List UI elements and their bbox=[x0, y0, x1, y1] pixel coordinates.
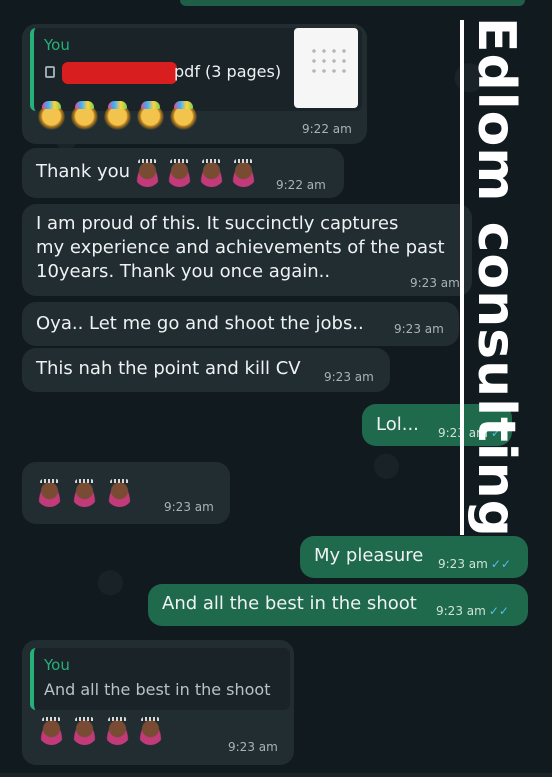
outgoing-message-bubble[interactable]: My pleasure 9:23 am ✓✓ bbox=[300, 536, 528, 578]
document-message[interactable]: You pdf (3 pages) 9:22 am bbox=[22, 24, 367, 144]
message-line: my experience and achievements of the pa… bbox=[36, 237, 445, 258]
message-line: 10years. Thank you once again.. bbox=[36, 261, 331, 282]
bowing-person-icon bbox=[166, 159, 193, 187]
message-bubble[interactable]: Oya.. Let me go and shoot the jobs.. 9:2… bbox=[22, 302, 459, 346]
message-text: This nah the point and kill CV bbox=[36, 358, 301, 379]
bowing-person-icon bbox=[106, 479, 133, 507]
bowing-person-icon bbox=[198, 159, 225, 187]
bowing-person-icon bbox=[137, 717, 164, 745]
reaction-emojis bbox=[38, 101, 197, 131]
bowing-person-icon bbox=[36, 479, 63, 507]
next-message-edge bbox=[0, 773, 552, 777]
message-text: Thank you bbox=[36, 161, 131, 182]
message-text: Oya.. Let me go and shoot the jobs.. bbox=[36, 313, 364, 334]
message-time: 9:23 am bbox=[394, 322, 444, 336]
quoted-text: And all the best in the shoot bbox=[44, 680, 271, 699]
bowing-person-icon bbox=[104, 717, 131, 745]
bowing-person-icon bbox=[134, 159, 161, 187]
message-time: 9:23 am ✓✓ bbox=[438, 557, 511, 571]
message-bubble[interactable]: This nah the point and kill CV 9:23 am bbox=[22, 348, 390, 392]
reaction-emojis bbox=[36, 479, 133, 507]
sender-name: You bbox=[44, 36, 70, 54]
message-text: And all the best in the shoot bbox=[162, 593, 417, 614]
document-thumbnail[interactable] bbox=[294, 28, 358, 108]
message-bubble[interactable]: Thank you 9:22 am bbox=[22, 148, 344, 198]
emoji-message-bubble[interactable]: 9:23 am bbox=[22, 462, 230, 524]
party-face-icon bbox=[137, 101, 164, 131]
time-text: 9:23 am bbox=[438, 557, 488, 571]
message-time: 9:23 am bbox=[410, 276, 460, 290]
bowing-person-icon bbox=[230, 159, 257, 187]
reaction-emojis bbox=[38, 717, 164, 745]
outgoing-message-bubble[interactable]: And all the best in the shoot 9:23 am ✓✓ bbox=[148, 584, 528, 626]
party-face-icon bbox=[170, 101, 197, 131]
previous-message-edge bbox=[180, 0, 525, 6]
watermark-divider bbox=[460, 20, 464, 535]
message-time: 9:22 am bbox=[276, 178, 326, 192]
party-face-icon bbox=[71, 101, 98, 131]
message-bubble[interactable]: I am proud of this. It succinctly captur… bbox=[22, 204, 472, 296]
watermark-text: Edlom consulting bbox=[466, 17, 526, 538]
bowing-person-icon bbox=[71, 717, 98, 745]
party-face-icon bbox=[38, 101, 65, 131]
watermark: Edlom consulting bbox=[460, 17, 532, 538]
message-line: I am proud of this. It succinctly captur… bbox=[36, 213, 399, 234]
bowing-person-icon bbox=[71, 479, 98, 507]
message-text: Lol... bbox=[376, 414, 419, 435]
party-face-icon bbox=[104, 101, 131, 131]
bowing-person-icon bbox=[38, 717, 65, 745]
document-icon bbox=[45, 66, 55, 78]
read-receipt-icon: ✓✓ bbox=[488, 604, 509, 618]
reply-message-bubble[interactable]: You And all the best in the shoot 9:23 a… bbox=[22, 640, 294, 765]
message-time: 9:23 am bbox=[164, 500, 214, 514]
message-time: 9:23 am ✓✓ bbox=[436, 604, 509, 618]
message-time: 9:23 am bbox=[228, 740, 278, 754]
document-label: pdf (3 pages) bbox=[174, 62, 282, 81]
reaction-emojis bbox=[134, 159, 257, 187]
message-time: 9:23 am bbox=[324, 370, 374, 384]
redacted-filename bbox=[62, 62, 177, 84]
message-time: 9:22 am bbox=[302, 122, 352, 136]
quoted-sender: You bbox=[44, 656, 70, 674]
message-text: My pleasure bbox=[314, 545, 424, 566]
time-text: 9:23 am bbox=[436, 604, 486, 618]
read-receipt-icon: ✓✓ bbox=[490, 557, 511, 571]
